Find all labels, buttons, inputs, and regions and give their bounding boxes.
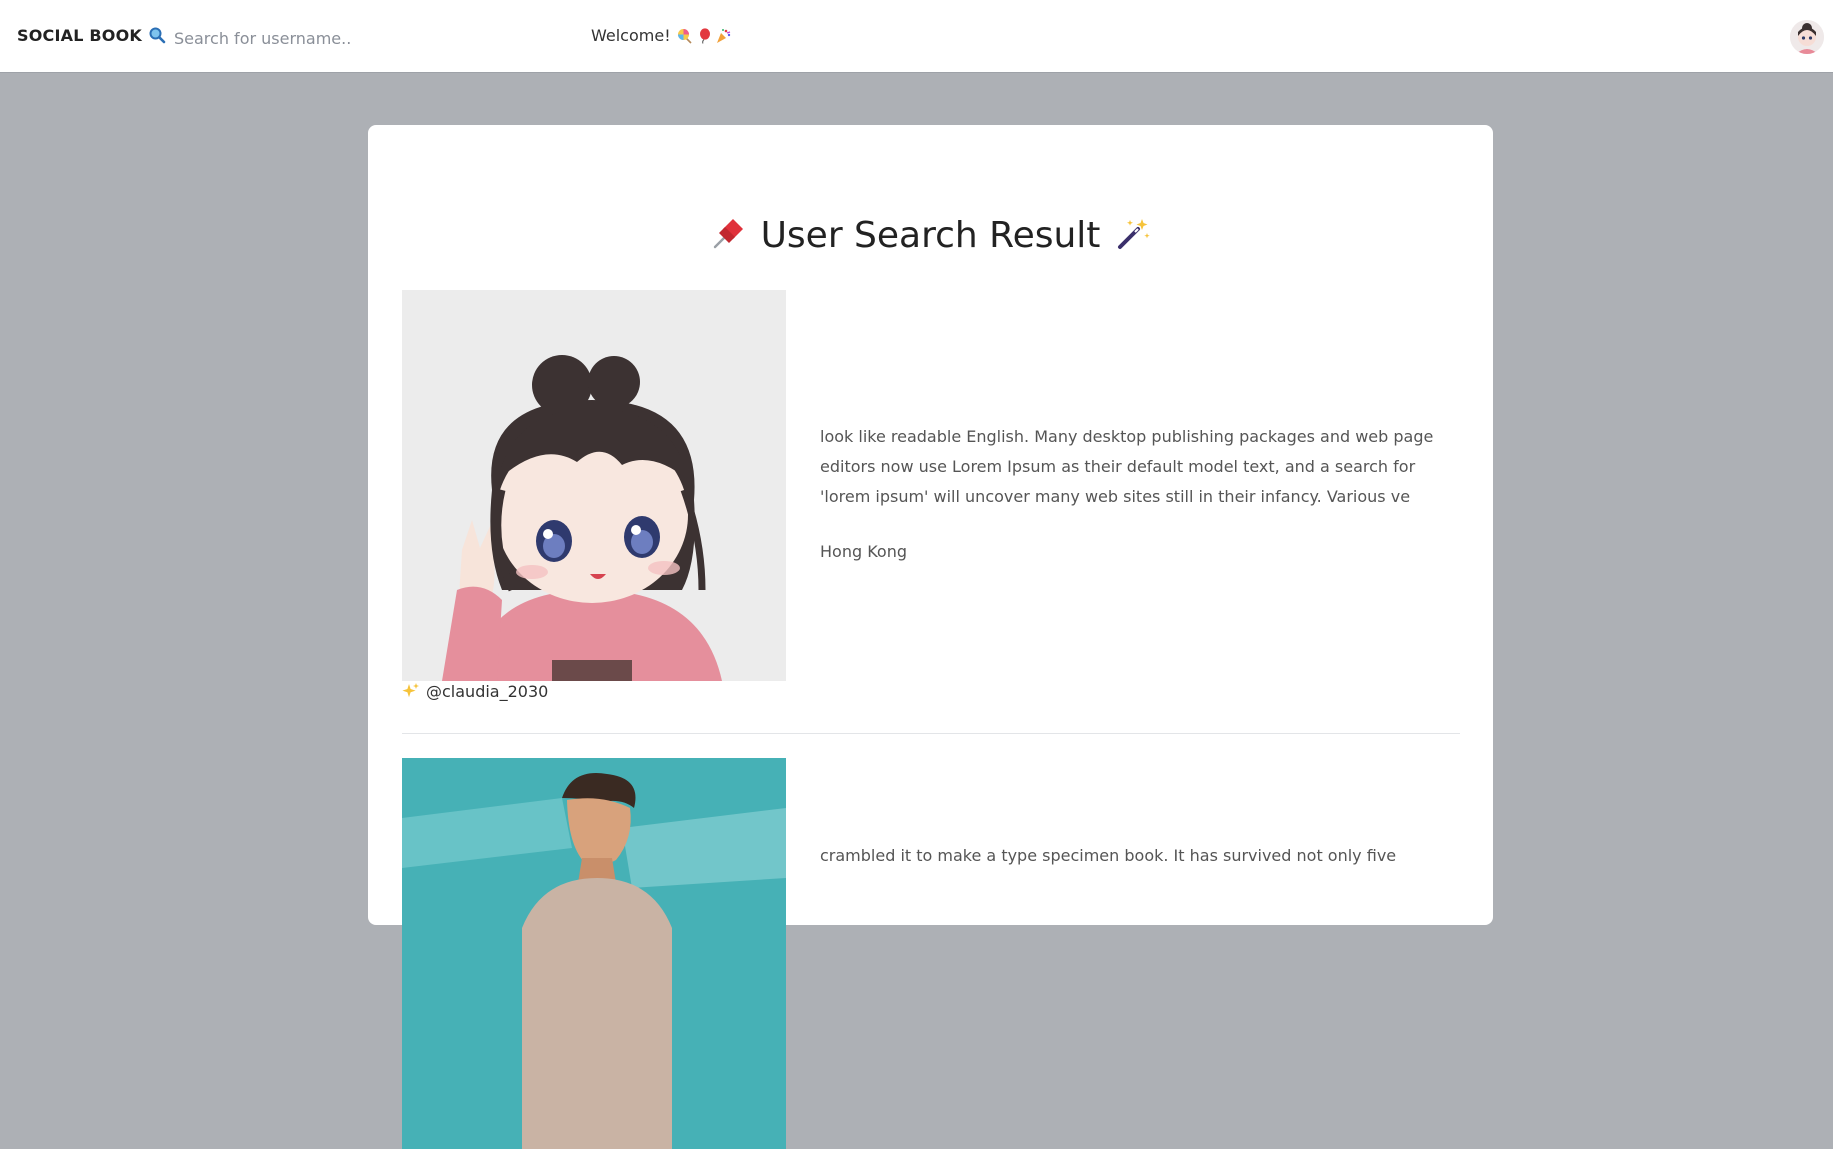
user-bio: crambled it to make a type specimen book…: [820, 846, 1397, 865]
man-portrait[interactable]: [402, 758, 786, 1149]
user-handle-text: @claudia_2030: [426, 682, 549, 701]
party-popper-icon: [716, 29, 730, 43]
search-result-item[interactable]: @claudia_2030 look like readable English…: [402, 290, 1460, 734]
user-location: Hong Kong: [820, 542, 907, 561]
magic-wand-icon: [1118, 219, 1151, 249]
search-result-item[interactable]: crambled it to make a type specimen book…: [402, 758, 1460, 1149]
welcome-text: Welcome!: [591, 26, 671, 45]
brand-logo[interactable]: SOCIAL BOOK: [17, 26, 166, 45]
balloon-icon: [699, 28, 710, 44]
user-avatar-icon[interactable]: [1790, 20, 1824, 54]
user-handle[interactable]: @claudia_2030: [402, 682, 548, 701]
anime-girl-avatar[interactable]: [402, 290, 786, 681]
lollipop-icon: [677, 29, 692, 44]
user-bio: look like readable English. Many desktop…: [820, 427, 1434, 506]
page-title-text: User Search Result: [760, 215, 1101, 256]
welcome-icons: [677, 28, 734, 48]
sparkles-icon: [402, 683, 419, 698]
welcome-message: Welcome!: [591, 26, 734, 48]
search-input[interactable]: [172, 20, 556, 56]
search-icon: [149, 27, 166, 44]
page-title: User Search Result: [368, 215, 1493, 256]
search-results-card: User Search Result @claudia_2030 look li…: [368, 125, 1493, 1149]
top-navbar: SOCIAL BOOK Welcome!: [0, 0, 1833, 73]
brand-name: SOCIAL BOOK: [17, 26, 142, 45]
pushpin-icon: [713, 219, 743, 249]
